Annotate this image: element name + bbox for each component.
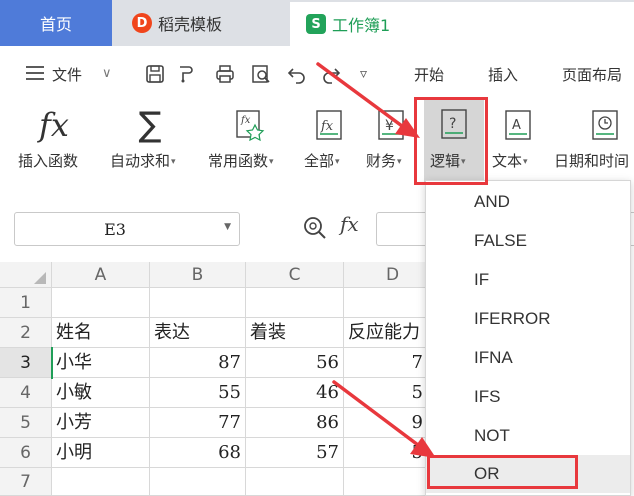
datetime-label: 日期和时间 <box>554 152 630 170</box>
clock-book-icon <box>586 106 624 144</box>
row-header-3[interactable]: 3 <box>0 348 52 378</box>
insert-function-button[interactable]: fx 插入函数 <box>14 98 94 182</box>
cell-a3[interactable]: 小华 <box>52 348 150 378</box>
logic-item-false[interactable]: FALSE <box>426 222 630 260</box>
cell-c3[interactable]: 56 <box>246 348 344 378</box>
row-header-1[interactable]: 1 <box>0 288 52 318</box>
finance-label: 财务▾ <box>366 152 402 170</box>
svg-text:?: ? <box>449 116 456 132</box>
svg-text:¥: ¥ <box>385 118 394 134</box>
logic-item-ifna[interactable]: IFNA <box>426 339 630 377</box>
cell-c4[interactable]: 46 <box>246 378 344 408</box>
cell-c5[interactable]: 86 <box>246 408 344 438</box>
cell-a7[interactable] <box>52 468 150 496</box>
common-functions-button[interactable]: fx 常用函数▾ <box>206 98 296 182</box>
cell-a6[interactable]: 小明 <box>52 438 150 468</box>
column-header-b[interactable]: B <box>150 262 246 288</box>
formula-fx-label[interactable]: fx <box>340 212 359 236</box>
logic-item-not[interactable]: NOT <box>426 417 630 455</box>
logic-item-and[interactable]: AND <box>426 183 630 221</box>
cell-c1[interactable] <box>246 288 344 318</box>
tab-home-label: 首页 <box>39 15 72 34</box>
cell-c7[interactable] <box>246 468 344 496</box>
insert-function-label: 插入函数 <box>18 152 79 170</box>
chevron-down-icon[interactable]: ∨ <box>102 66 112 81</box>
logic-item-if[interactable]: IF <box>426 261 630 299</box>
logic-label: 逻辑▾ <box>430 152 466 170</box>
spreadsheet-logo-icon: S <box>306 14 326 34</box>
menu-start[interactable]: 开始 <box>414 64 444 85</box>
column-header-a[interactable]: A <box>52 262 150 288</box>
format-painter-icon[interactable] <box>174 63 196 85</box>
autosum-label: 自动求和▾ <box>110 152 176 170</box>
autosum-button[interactable]: ∑ 自动求和▾ <box>106 98 196 182</box>
row-header-6[interactable]: 6 <box>0 438 52 468</box>
cell-a4[interactable]: 小敏 <box>52 378 150 408</box>
tab-workbook[interactable]: S 工作簿1 <box>290 2 634 46</box>
undo-icon[interactable] <box>286 63 308 85</box>
finance-book-icon: ¥ <box>372 106 410 144</box>
cell-c2[interactable]: 着装 <box>246 318 344 348</box>
text-book-icon: A <box>499 106 537 144</box>
svg-text:fx: fx <box>320 119 334 134</box>
print-icon[interactable] <box>214 63 236 85</box>
cell-b2[interactable]: 表达 <box>150 318 246 348</box>
row-header-5[interactable]: 5 <box>0 408 52 438</box>
logic-item-ifs[interactable]: IFS <box>426 378 630 416</box>
cell-b3[interactable]: 87 <box>150 348 246 378</box>
cell-b6[interactable]: 68 <box>150 438 246 468</box>
save-icon[interactable] <box>144 63 166 85</box>
redo-icon[interactable] <box>320 63 342 85</box>
name-box-dropdown-icon[interactable]: ▼ <box>224 222 231 232</box>
quick-access-more-icon[interactable]: ▿ <box>360 66 367 82</box>
file-menu-label[interactable]: 文件 <box>52 64 82 85</box>
tab-bar: 首页 D 稻壳模板 S 工作簿1 <box>0 0 634 46</box>
tab-template[interactable]: D 稻壳模板 <box>114 0 288 46</box>
cell-b1[interactable] <box>150 288 246 318</box>
tab-workbook-label: 工作簿1 <box>332 16 391 35</box>
cell-b5[interactable]: 77 <box>150 408 246 438</box>
logic-book-icon: ? <box>435 106 473 144</box>
name-box-value: E3 <box>104 220 126 239</box>
logic-button[interactable]: ? 逻辑▾ <box>424 98 484 182</box>
cell-c6[interactable]: 57 <box>246 438 344 468</box>
name-box[interactable]: E3 ▼ <box>14 212 240 246</box>
cell-a1[interactable] <box>52 288 150 318</box>
row-header-7[interactable]: 7 <box>0 468 52 496</box>
text-functions-button[interactable]: A 文本▾ <box>490 98 546 182</box>
sigma-icon: ∑ <box>138 105 162 145</box>
menu-insert[interactable]: 插入 <box>488 64 518 85</box>
tab-home[interactable]: 首页 <box>0 0 112 46</box>
logic-item-or[interactable]: OR <box>426 455 630 493</box>
select-all-corner[interactable] <box>0 262 52 288</box>
cell-a5[interactable]: 小芳 <box>52 408 150 438</box>
svg-text:A: A <box>512 118 521 133</box>
zoom-magnifier-icon[interactable] <box>302 215 328 245</box>
docer-logo-icon: D <box>132 13 152 33</box>
text-functions-label: 文本▾ <box>492 152 528 170</box>
finance-button[interactable]: ¥ 财务▾ <box>364 98 418 182</box>
hamburger-icon[interactable] <box>24 64 46 86</box>
fx-icon: fx <box>39 106 69 144</box>
logic-function-dropdown: AND FALSE IF IFERROR IFNA IFS NOT OR <box>425 180 631 496</box>
star-fx-icon: fx <box>230 106 270 144</box>
logic-item-iferror[interactable]: IFERROR <box>426 300 630 338</box>
common-functions-label: 常用函数▾ <box>208 152 274 170</box>
cell-b4[interactable]: 55 <box>150 378 246 408</box>
fx-box-icon: fx <box>310 106 348 144</box>
column-header-c[interactable]: C <box>246 262 344 288</box>
all-functions-label: 全部▾ <box>304 152 340 170</box>
menu-page-layout[interactable]: 页面布局 <box>562 64 622 85</box>
row-header-2[interactable]: 2 <box>0 318 52 348</box>
cell-a2[interactable]: 姓名 <box>52 318 150 348</box>
row-header-4[interactable]: 4 <box>0 378 52 408</box>
all-functions-button[interactable]: fx 全部▾ <box>302 98 356 182</box>
print-preview-icon[interactable] <box>250 63 272 85</box>
menu-row: 文件 ∨ ▿ 开始 插入 页面布局 <box>0 56 634 92</box>
datetime-button[interactable]: 日期和时间 <box>554 98 634 182</box>
tab-template-label: 稻壳模板 <box>158 15 223 34</box>
cell-b7[interactable] <box>150 468 246 496</box>
svg-text:fx: fx <box>240 115 251 126</box>
